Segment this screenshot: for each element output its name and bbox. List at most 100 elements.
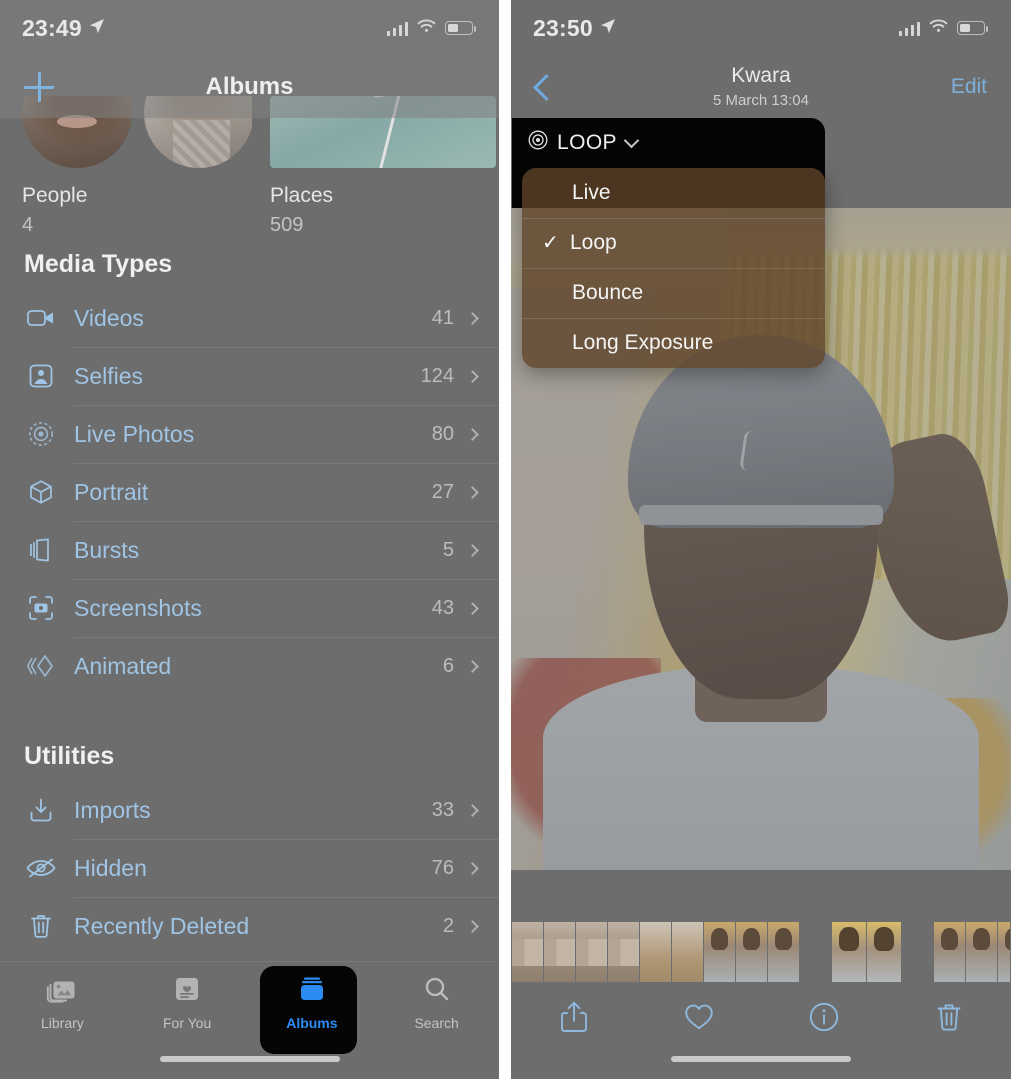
menu-item-loop[interactable]: ✓ Loop (522, 218, 825, 268)
tab-for-you[interactable]: For You (125, 961, 250, 1031)
chevron-right-icon (466, 861, 479, 875)
eye-slash-icon (24, 853, 58, 883)
filmstrip-frame-current[interactable] (832, 922, 866, 982)
photo-toolbar (511, 988, 1011, 1046)
row-screenshots[interactable]: Screenshots 43 (24, 579, 499, 637)
delete-button[interactable] (926, 994, 972, 1040)
favorite-button[interactable] (676, 994, 722, 1040)
selfie-person-icon (24, 361, 58, 391)
battery-icon (957, 21, 989, 35)
filmstrip-frame[interactable] (998, 922, 1010, 982)
row-count: 43 (431, 596, 454, 619)
filmstrip-frame[interactable] (736, 922, 767, 982)
chevron-right-icon (466, 919, 479, 933)
albums-nav-bar: Albums (0, 56, 499, 118)
row-label: Selfies (74, 362, 144, 389)
home-indicator (159, 1056, 340, 1062)
photo-title: Kwara (731, 64, 791, 88)
filmstrip-frame[interactable] (640, 922, 671, 982)
menu-item-long-exposure[interactable]: Long Exposure (522, 318, 825, 368)
live-effect-dropdown[interactable]: LOOP (528, 130, 640, 155)
status-time: 23:49 (22, 14, 82, 41)
row-label: Imports (74, 796, 151, 823)
row-bursts[interactable]: Bursts 5 (24, 521, 499, 579)
row-label: Live Photos (74, 420, 195, 447)
photo-date: 5 March 13:04 (713, 91, 809, 109)
filmstrip-frame[interactable] (768, 922, 799, 982)
row-count: 27 (431, 480, 454, 503)
status-left: 23:50 (533, 15, 616, 42)
row-animated[interactable]: Animated 6 (24, 637, 499, 695)
screenshot-stage: People 4 Places 509 Media Types Videos 4… (0, 0, 1011, 1079)
cube-portrait-icon (24, 477, 58, 507)
row-count: 76 (431, 856, 454, 879)
row-selfies[interactable]: Selfies 124 (24, 347, 499, 405)
video-camera-icon (24, 303, 58, 333)
battery-icon (445, 21, 477, 35)
menu-item-label: Long Exposure (572, 331, 714, 354)
media-types-list: Videos 41 Selfies 124 Live Photos 80 Por… (0, 289, 499, 695)
photo-filmstrip[interactable] (512, 922, 1010, 982)
tab-library[interactable]: Library (0, 961, 125, 1031)
location-arrow-icon (600, 18, 616, 39)
row-portrait[interactable]: Portrait 27 (24, 463, 499, 521)
location-arrow-icon (89, 18, 105, 39)
menu-item-bounce[interactable]: Bounce (522, 268, 825, 318)
row-videos[interactable]: Videos 41 (24, 289, 499, 347)
row-label: Portrait (74, 478, 149, 505)
row-label: Recently Deleted (74, 912, 250, 939)
row-recently-deleted[interactable]: Recently Deleted 2 (24, 897, 499, 955)
tab-search[interactable]: Search (374, 961, 499, 1031)
back-chevron-icon[interactable] (533, 77, 553, 97)
row-hidden[interactable]: Hidden 76 (24, 839, 499, 897)
tab-label: Albums (286, 1015, 338, 1031)
photo-subject (542, 301, 1011, 870)
card-label: People (22, 184, 88, 207)
utilities-section: Utilities Imports 33 Hidden 76 Recently … (0, 742, 499, 955)
wifi-icon (417, 18, 436, 38)
add-album-button[interactable] (24, 72, 54, 102)
card-count: 509 (270, 214, 304, 236)
chevron-down-icon (623, 132, 640, 148)
import-tray-icon (24, 795, 58, 825)
filmstrip-frame[interactable] (576, 922, 607, 982)
filmstrip-frame[interactable] (704, 922, 735, 982)
row-count: 124 (420, 364, 454, 387)
photo-nav-bar: Kwara 5 March 13:04 Edit (511, 56, 1011, 118)
row-count: 80 (431, 422, 454, 445)
filmstrip-frame[interactable] (672, 922, 703, 982)
albums-scroll-view[interactable]: People 4 Places 509 Media Types Videos 4… (0, 0, 499, 1079)
live-photo-icon (24, 419, 58, 449)
menu-item-label: Loop (570, 231, 617, 254)
filmstrip-frame[interactable] (608, 922, 639, 982)
share-button[interactable] (551, 994, 597, 1040)
filmstrip-frame[interactable] (512, 922, 543, 982)
filmstrip-frame[interactable] (966, 922, 997, 982)
filmstrip-frame[interactable] (934, 922, 965, 982)
chevron-right-icon (466, 543, 479, 557)
row-label: Animated (74, 652, 172, 679)
info-button[interactable] (801, 994, 847, 1040)
cellular-signal-icon (386, 21, 408, 36)
status-left: 23:49 (22, 15, 105, 42)
bursts-stack-icon (24, 535, 58, 565)
menu-item-live[interactable]: Live (522, 168, 825, 218)
photo-viewer-screen: 23:50 Kwara 5 March 13:04 Edit LOOP Live… (511, 0, 1011, 1079)
filmstrip-frame-current[interactable] (867, 922, 901, 982)
status-bar: 23:49 (0, 0, 499, 56)
row-count: 6 (442, 654, 454, 677)
for-you-icon (172, 975, 202, 1008)
status-right (386, 18, 477, 38)
row-label: Videos (74, 304, 144, 331)
chevron-right-icon (466, 659, 479, 673)
live-photo-icon (528, 130, 548, 155)
filmstrip-frame[interactable] (544, 922, 575, 982)
row-imports[interactable]: Imports 33 (24, 781, 499, 839)
nav-title-block: Kwara 5 March 13:04 (713, 64, 809, 109)
row-count: 41 (431, 306, 454, 329)
edit-button[interactable]: Edit (951, 75, 987, 99)
tab-albums[interactable]: Albums (250, 961, 375, 1031)
row-live-photos[interactable]: Live Photos 80 (24, 405, 499, 463)
row-label: Bursts (74, 536, 140, 563)
status-right (898, 18, 989, 38)
